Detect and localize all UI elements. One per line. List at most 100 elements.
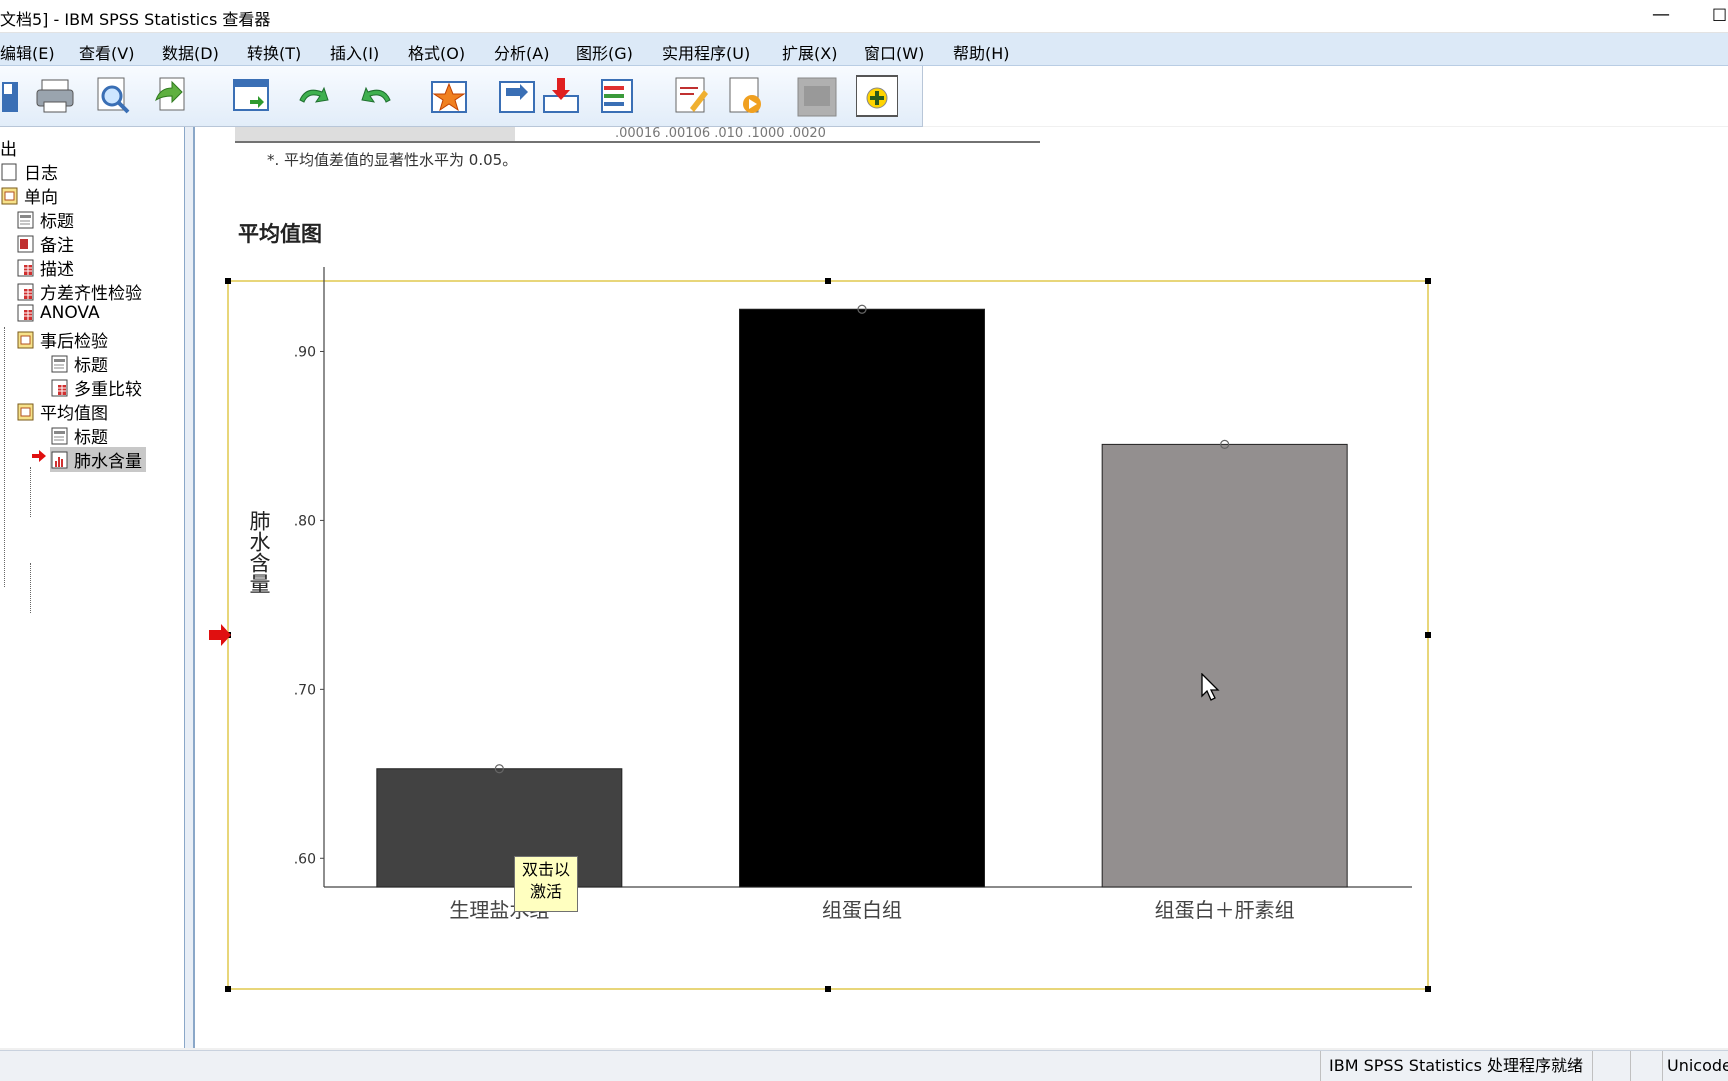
outline-item-label: 标题 bbox=[74, 356, 108, 376]
window-title: 文档5] - IBM SPSS Statistics 查看器 bbox=[0, 10, 271, 29]
tooltip-line-2: 激活 bbox=[529, 882, 562, 901]
current-item-arrow-icon bbox=[32, 447, 46, 466]
x-category-label-2: 组蛋白＋肝素组 bbox=[1155, 898, 1295, 922]
outline-item-7[interactable]: ANOVA bbox=[16, 303, 100, 323]
table-icon bbox=[16, 304, 36, 322]
menu-6[interactable]: 分析(A) bbox=[494, 40, 549, 64]
toolbar bbox=[0, 66, 923, 127]
section-title: 平均值图 bbox=[238, 221, 322, 246]
designate-window-icon[interactable] bbox=[796, 74, 838, 118]
status-bar: IBM SPSS Statistics 处理程序就绪 Unicode:ON bbox=[0, 1050, 1728, 1081]
goto-variable-icon[interactable] bbox=[540, 74, 582, 118]
outline-item-1[interactable]: 日志 bbox=[0, 159, 58, 184]
log-icon bbox=[0, 163, 20, 181]
y-tick-label: .80 bbox=[294, 513, 316, 529]
minimize-button[interactable]: — bbox=[1652, 4, 1670, 25]
resize-handle[interactable] bbox=[825, 986, 831, 992]
outline-item-4[interactable]: 备注 bbox=[16, 231, 74, 256]
menu-3[interactable]: 转换(T) bbox=[247, 40, 301, 64]
outline-pane[interactable]: 出日志 单向 标题 备注 描述 方差齐性检验 ANOVA 事后检验 标题 多重比较 平均值图 标题 肺水… bbox=[0, 127, 186, 1048]
resize-handle[interactable] bbox=[1425, 632, 1431, 638]
bar-0 bbox=[376, 768, 623, 888]
y-tick-label: .60 bbox=[294, 851, 316, 867]
outline-item-2[interactable]: 单向 bbox=[0, 183, 58, 208]
add-icon[interactable] bbox=[855, 74, 899, 118]
menu-2[interactable]: 数据(D) bbox=[162, 40, 219, 64]
table-footnote: *. 平均值差值的显著性水平为 0.05。 bbox=[267, 151, 517, 169]
pane-splitter[interactable] bbox=[185, 127, 193, 1048]
book-icon bbox=[0, 187, 20, 205]
undo-icon[interactable] bbox=[292, 74, 334, 118]
book-icon bbox=[16, 331, 36, 349]
outline-item-8[interactable]: 事后检验 bbox=[16, 327, 108, 352]
title-bar: 文档5] - IBM SPSS Statistics 查看器 — □ bbox=[0, 0, 1728, 33]
resize-handle[interactable] bbox=[225, 986, 231, 992]
menu-9[interactable]: 扩展(X) bbox=[782, 40, 837, 64]
create-title-icon[interactable] bbox=[670, 74, 712, 118]
bar-2 bbox=[1101, 443, 1348, 888]
processor-status: IBM SPSS Statistics 处理程序就绪 bbox=[1320, 1051, 1591, 1081]
outline-item-label: 描述 bbox=[40, 260, 74, 280]
title-icon bbox=[50, 427, 70, 445]
x-category-label-1: 组蛋白组 bbox=[822, 898, 902, 922]
menu-1[interactable]: 查看(V) bbox=[79, 40, 134, 64]
recall-dialog-icon[interactable] bbox=[230, 74, 272, 118]
print-icon[interactable] bbox=[34, 74, 76, 118]
book-icon bbox=[16, 403, 36, 421]
resize-handle[interactable] bbox=[825, 278, 831, 284]
outline-item-label: 备注 bbox=[40, 236, 74, 256]
outline-item-9[interactable]: 标题 bbox=[50, 351, 108, 376]
menu-8[interactable]: 实用程序(U) bbox=[662, 40, 750, 64]
variables-icon[interactable] bbox=[596, 74, 638, 118]
menu-4[interactable]: 插入(I) bbox=[330, 40, 379, 64]
activate-tooltip: 双击以 激活 bbox=[514, 856, 578, 912]
table-icon bbox=[16, 259, 36, 277]
resize-handle[interactable] bbox=[1425, 278, 1431, 284]
resize-handle[interactable] bbox=[1425, 986, 1431, 992]
outline-item-12[interactable]: 标题 bbox=[50, 423, 108, 448]
y-tick-label: .90 bbox=[294, 344, 316, 360]
outline-item-label: 单向 bbox=[24, 188, 58, 208]
outline-item-label: 肺水含量 bbox=[74, 452, 142, 472]
chart-icon bbox=[50, 451, 70, 469]
table-icon bbox=[16, 283, 36, 301]
outline-item-label: ANOVA bbox=[40, 303, 100, 323]
outline-item-13[interactable]: 肺水含量 bbox=[50, 447, 146, 472]
menu-0[interactable]: 编辑(E) bbox=[0, 40, 55, 64]
outline-item-11[interactable]: 平均值图 bbox=[16, 399, 108, 424]
output-content-pane[interactable]: .00016 .00106 .010 .1000 .0020 *. 平均值差值的… bbox=[193, 127, 1728, 1048]
outline-item-label: 日志 bbox=[24, 164, 58, 184]
mean-plot-svg: .00016 .00106 .010 .1000 .0020 *. 平均值差值的… bbox=[209, 127, 1431, 992]
outline-item-3[interactable]: 标题 bbox=[16, 207, 74, 232]
export-icon[interactable] bbox=[150, 74, 192, 118]
y-axis-label: 肺水含量 bbox=[247, 510, 271, 594]
outline-item-label: 标题 bbox=[40, 212, 74, 232]
outline-item-label: 出 bbox=[0, 140, 17, 160]
outline-item-label: 事后检验 bbox=[40, 332, 108, 352]
resize-handle[interactable] bbox=[225, 278, 231, 284]
run-script-icon[interactable] bbox=[724, 74, 766, 118]
outline-item-label: 平均值图 bbox=[40, 404, 108, 424]
menu-bar: 编辑(E) 查看(V) 数据(D) 转换(T) 插入(I) 格式(O) 分析(A) 图形(G)… bbox=[0, 33, 1728, 66]
goto-case-icon[interactable] bbox=[496, 74, 538, 118]
outline-item-label: 标题 bbox=[74, 428, 108, 448]
encoding-status: Unicode:ON bbox=[1662, 1051, 1728, 1081]
mouse-cursor-icon bbox=[1201, 673, 1220, 701]
redo-icon[interactable] bbox=[356, 74, 398, 118]
menu-5[interactable]: 格式(O) bbox=[408, 40, 465, 64]
maximize-button[interactable]: □ bbox=[1712, 4, 1727, 23]
print-preview-icon[interactable] bbox=[92, 74, 134, 118]
outline-item-0[interactable]: 出 bbox=[0, 135, 17, 160]
outline-item-6[interactable]: 方差齐性检验 bbox=[16, 279, 142, 304]
menu-11[interactable]: 帮助(H) bbox=[953, 40, 1010, 64]
menu-10[interactable]: 窗口(W) bbox=[864, 40, 924, 64]
outline-item-5[interactable]: 描述 bbox=[16, 255, 74, 280]
tooltip-line-1: 双击以 bbox=[521, 860, 570, 879]
outline-item-label: 多重比较 bbox=[74, 380, 142, 400]
menu-7[interactable]: 图形(G) bbox=[576, 40, 633, 64]
plot-area: .60.70.80.90生理盐水组 组蛋白组 组蛋白＋肝素组 bbox=[294, 267, 1412, 922]
outline-item-10[interactable]: 多重比较 bbox=[50, 375, 142, 400]
table-icon bbox=[50, 379, 70, 397]
title-icon bbox=[16, 211, 36, 229]
goto-data-icon[interactable] bbox=[428, 74, 470, 118]
